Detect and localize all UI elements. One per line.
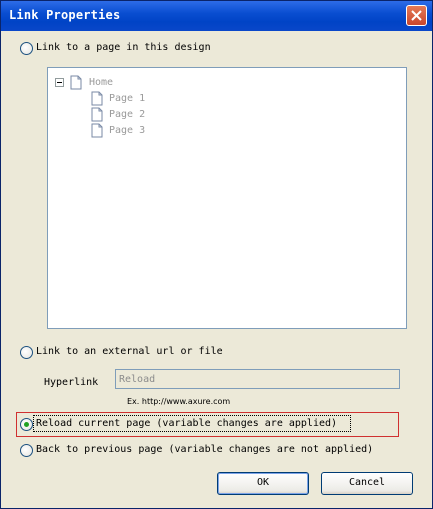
title-bar[interactable]: Link Properties [1, 1, 432, 31]
page-icon [91, 123, 103, 138]
page-icon [91, 91, 103, 106]
page-icon [91, 107, 103, 122]
tree-node-page-1[interactable]: Page 1 [109, 93, 145, 104]
link-external-radio[interactable] [20, 346, 33, 359]
tree-node-page-2[interactable]: Page 2 [109, 109, 145, 120]
close-icon [411, 10, 422, 21]
collapse-toggle-icon[interactable] [55, 78, 64, 87]
link-page-radio[interactable] [20, 42, 33, 55]
radio-selected-dot [24, 422, 29, 427]
hyperlink-hint: Ex. http://www.axure.com [127, 397, 231, 406]
hyperlink-label: Hyperlink [44, 377, 99, 388]
ok-button[interactable]: OK [217, 472, 309, 495]
link-properties-dialog: Link Properties Link to a page in this d… [0, 0, 433, 509]
back-radio[interactable] [20, 444, 33, 457]
hyperlink-value: Reload [119, 374, 156, 385]
close-button[interactable] [406, 5, 427, 26]
hyperlink-input[interactable]: Reload [115, 369, 400, 389]
link-external-label[interactable]: Link to an external url or file [36, 346, 223, 357]
tree-node-home[interactable]: Home [89, 77, 113, 88]
reload-radio[interactable] [20, 418, 33, 431]
dialog-title: Link Properties [9, 8, 121, 22]
reload-label[interactable]: Reload current page (variable changes ar… [36, 418, 337, 429]
tree-node-page-3[interactable]: Page 3 [109, 125, 145, 136]
back-label[interactable]: Back to previous page (variable changes … [36, 444, 373, 455]
cancel-button[interactable]: Cancel [321, 472, 413, 495]
page-tree[interactable]: Home Page 1 Page 2 Page 3 [47, 67, 407, 329]
page-icon [70, 75, 82, 90]
link-page-label[interactable]: Link to a page in this design [36, 42, 211, 53]
